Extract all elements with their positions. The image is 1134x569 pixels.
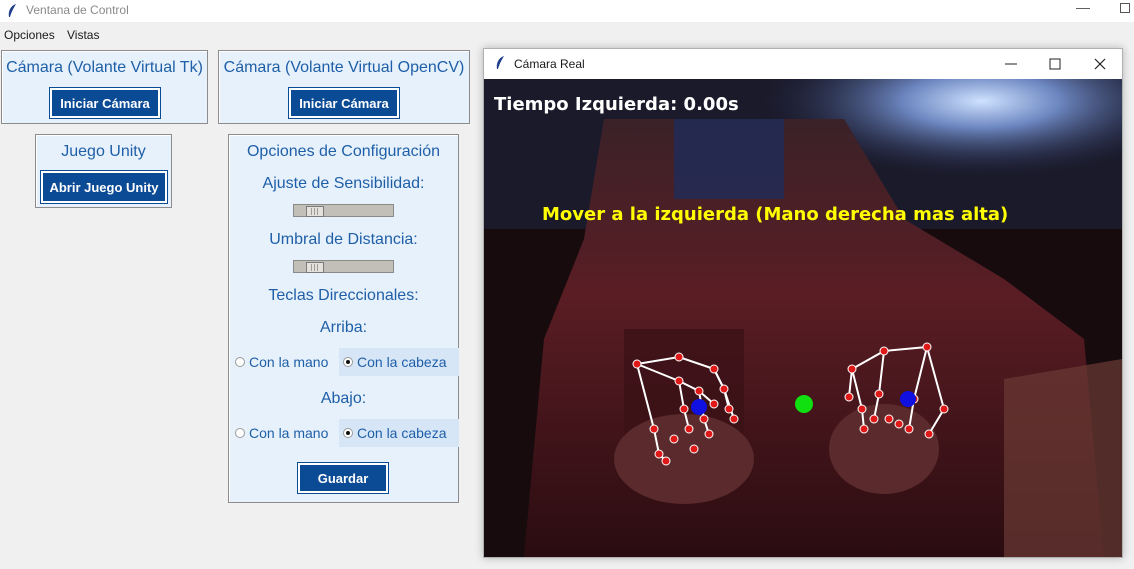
open-unity-button[interactable]: Abrir Juego Unity (40, 170, 168, 204)
config-panel: Opciones de Configuración Ajuste de Sens… (228, 134, 459, 503)
center-point (795, 395, 813, 413)
radio-dot (235, 428, 245, 438)
menu-vistas[interactable]: Vistas (67, 28, 99, 42)
overlay-timer: Tiempo Izquierda: 0.00s (494, 94, 739, 115)
down-hand-radio[interactable]: Con la mano (233, 419, 330, 447)
minimize-button[interactable]: — (1076, 0, 1090, 15)
sensitivity-slider[interactable] (293, 204, 394, 217)
camera-opencv-panel: Cámara (Volante Virtual OpenCV) Iniciar … (218, 50, 470, 124)
maximize-icon[interactable] (1048, 57, 1062, 71)
down-label: Abajo: (320, 390, 367, 407)
down-head-radio[interactable]: Con la cabeza (339, 419, 459, 447)
up-hand-label: Con la mano (249, 354, 329, 370)
start-camera-tk-button[interactable]: Iniciar Cámara (49, 87, 161, 119)
menu-bar: Opciones Vistas (0, 26, 480, 44)
distance-slider[interactable] (293, 260, 394, 273)
camera-feed: Tiempo Izquierda: 0.00s Mover a la izqui… (484, 79, 1122, 557)
down-head-label: Con la cabeza (357, 425, 447, 441)
sensitivity-label: Ajuste de Sensibilidad: (262, 175, 425, 192)
radio-dot (235, 357, 245, 367)
up-head-radio[interactable]: Con la cabeza (339, 348, 459, 376)
overlay-message: Mover a la izquierda (Mano derecha mas a… (542, 204, 1008, 225)
camera-opencv-title: Cámara (Volante Virtual OpenCV) (223, 59, 465, 76)
radio-dot-selected (343, 357, 353, 367)
window-title: Ventana de Control (26, 3, 129, 17)
camera-tk-panel: Cámara (Volante Virtual Tk) Iniciar Cáma… (1, 50, 208, 124)
maximize-button[interactable] (1120, 3, 1130, 13)
camera-window-title: Cámara Real (514, 57, 585, 71)
feather-icon (8, 4, 16, 17)
distance-label: Umbral de Distancia: (269, 231, 418, 248)
radio-dot-selected (343, 428, 353, 438)
camera-feed-image: Tiempo Izquierda: 0.00s Mover a la izqui… (484, 79, 1122, 557)
save-button[interactable]: Guardar (297, 462, 389, 494)
unity-panel: Juego Unity Abrir Juego Unity (35, 134, 172, 208)
camera-tk-title: Cámara (Volante Virtual Tk) (6, 59, 203, 76)
minimize-icon[interactable] (1004, 57, 1018, 71)
start-camera-opencv-button[interactable]: Iniciar Cámara (288, 87, 400, 119)
unity-title: Juego Unity (61, 143, 146, 160)
up-head-label: Con la cabeza (357, 354, 447, 370)
window-title-bar: Ventana de Control — (0, 0, 1134, 22)
config-title: Opciones de Configuración (246, 143, 440, 160)
feather-icon (496, 56, 504, 69)
close-icon[interactable] (1093, 57, 1107, 71)
camera-window: Cámara Real Tiempo Izquierda: 0.00s Move… (483, 48, 1123, 558)
up-hand-radio[interactable]: Con la mano (233, 348, 330, 376)
down-hand-label: Con la mano (249, 425, 329, 441)
up-label: Arriba: (319, 319, 368, 336)
slider-thumb[interactable] (306, 262, 324, 273)
menu-opciones[interactable]: Opciones (4, 28, 55, 42)
camera-window-title-bar: Cámara Real (484, 49, 1122, 79)
direction-keys-label: Teclas Direccionales: (268, 287, 419, 304)
slider-thumb[interactable] (306, 206, 324, 217)
